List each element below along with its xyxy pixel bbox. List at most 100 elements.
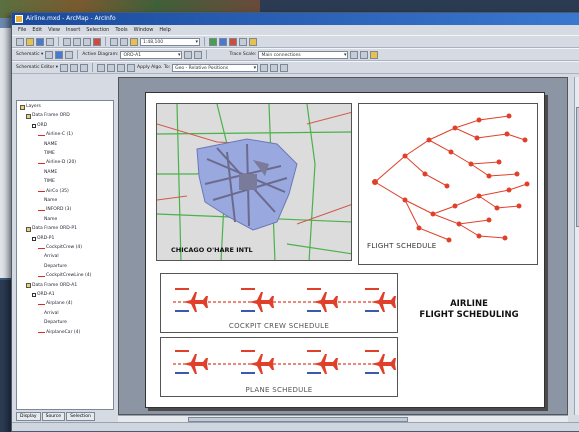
toc-item[interactable]: Data Frame ORD-P1 bbox=[26, 226, 77, 232]
algo-params-icon[interactable] bbox=[260, 63, 269, 72]
expand-tool-icon[interactable] bbox=[127, 63, 136, 72]
ohare-map-frame[interactable]: CHICAGO O'HARE INTL bbox=[156, 103, 352, 261]
layout-tool-icon[interactable] bbox=[97, 63, 106, 72]
menu-edit[interactable]: Edit bbox=[32, 25, 42, 35]
redo-icon[interactable] bbox=[120, 37, 128, 46]
toc-item[interactable]: INFORD (3) bbox=[38, 207, 71, 213]
copy-icon[interactable] bbox=[73, 37, 81, 46]
toc-item[interactable]: NAME bbox=[44, 142, 57, 148]
toolbox-icon[interactable] bbox=[229, 37, 237, 46]
cut-icon[interactable] bbox=[63, 37, 71, 46]
catalog-icon[interactable] bbox=[219, 37, 227, 46]
toc-item[interactable]: NAME bbox=[44, 170, 57, 176]
toc-item[interactable]: Name bbox=[44, 217, 57, 223]
command-line-icon[interactable] bbox=[239, 37, 247, 46]
layer-checkbox[interactable] bbox=[32, 123, 36, 128]
menu-window[interactable]: Window bbox=[134, 25, 154, 35]
toc-item[interactable]: Airline-C (1) bbox=[38, 132, 73, 138]
schematic-menu[interactable]: Schematic ▾ bbox=[16, 52, 43, 57]
save-icon[interactable] bbox=[36, 37, 44, 46]
toc-item[interactable]: CockpitCrewLine (4) bbox=[38, 273, 91, 279]
horizontal-scrollbar[interactable] bbox=[118, 415, 568, 422]
new-icon[interactable] bbox=[16, 37, 24, 46]
toc-item[interactable]: CockpitCrew (4) bbox=[38, 245, 82, 251]
reduce-tool-icon[interactable] bbox=[117, 63, 126, 72]
schematic-open-icon[interactable] bbox=[45, 50, 54, 59]
undo-icon[interactable] bbox=[110, 37, 118, 46]
menu-tools[interactable]: Tools bbox=[115, 25, 127, 35]
line-symbol-icon bbox=[38, 303, 45, 305]
arcmap-window: Airline.mxd - ArcMap - ArcInfo File Edit… bbox=[11, 12, 579, 432]
toc-item[interactable]: TIME bbox=[44, 151, 55, 157]
active-diagram-combo[interactable]: ORD-A1 bbox=[120, 50, 183, 59]
table-of-contents: Layers Data Frame ORD ORD Airline-C (1) NAME… bbox=[16, 100, 114, 410]
toc-item[interactable]: Arrival bbox=[44, 311, 59, 317]
toc-item[interactable]: ORD-A1 bbox=[32, 292, 55, 298]
data-frame-icon bbox=[26, 113, 31, 119]
flight-schedule-frame[interactable]: FLIGHT SCHEDULE bbox=[358, 103, 538, 265]
menu-help[interactable]: Help bbox=[159, 25, 170, 35]
toc-item[interactable]: Data Frame ORD bbox=[26, 113, 70, 119]
toolbar-separator bbox=[58, 37, 59, 46]
toc-item[interactable]: Name bbox=[44, 198, 57, 204]
schematic-editor-menu[interactable]: Schematic Editor ▾ bbox=[16, 65, 58, 70]
schematic-update-icon[interactable] bbox=[65, 50, 74, 59]
trace-scale-combo[interactable]: Main connections bbox=[258, 50, 349, 59]
tab-selection[interactable]: Selection bbox=[66, 412, 95, 421]
select-tool-icon[interactable] bbox=[60, 63, 69, 72]
trace-settings-icon[interactable] bbox=[360, 50, 369, 59]
toc-item[interactable]: ORD-P1 bbox=[32, 236, 54, 242]
toc-item-label: Departure bbox=[44, 263, 67, 269]
diagram-tool-icon[interactable] bbox=[184, 50, 193, 59]
toc-item[interactable]: Layers bbox=[20, 104, 41, 110]
toc-item[interactable]: Arrival bbox=[44, 254, 59, 260]
apply-algo-combo[interactable]: Geo - Relative Positions bbox=[172, 63, 259, 72]
delete-icon[interactable] bbox=[93, 37, 101, 46]
paste-icon[interactable] bbox=[83, 37, 91, 46]
algo-run-icon[interactable] bbox=[270, 63, 279, 72]
menu-selection[interactable]: Selection bbox=[86, 25, 109, 35]
layout-title-line1: AIRLINE bbox=[450, 299, 488, 309]
toc-item[interactable]: Data Frame ORD-A1 bbox=[26, 283, 77, 289]
align-tool-icon[interactable] bbox=[107, 63, 116, 72]
rotate-tool-icon[interactable] bbox=[80, 63, 89, 72]
plane-schedule-frame[interactable]: PLANE SCHEDULE bbox=[160, 337, 398, 397]
toc-item[interactable]: Airline-D (20) bbox=[38, 160, 76, 166]
toc-item[interactable]: Departure bbox=[44, 320, 67, 326]
toc-item[interactable]: Airplane (4) bbox=[38, 301, 72, 307]
menu-view[interactable]: View bbox=[48, 25, 60, 35]
move-tool-icon[interactable] bbox=[70, 63, 79, 72]
flight-schedule-diagram bbox=[372, 113, 530, 243]
toc-item[interactable]: TIME bbox=[44, 179, 55, 185]
add-data-icon[interactable] bbox=[130, 37, 138, 46]
toc-item[interactable]: AirplaneCar (4) bbox=[38, 330, 80, 336]
schematic-editor-toolbar: Schematic Editor ▾ Apply Algo. To: Geo -… bbox=[12, 61, 579, 74]
menu-insert[interactable]: Insert bbox=[66, 25, 80, 35]
map-scale-combo[interactable]: 1:48,100 bbox=[140, 37, 200, 46]
trace-clear-icon[interactable] bbox=[350, 50, 359, 59]
toc-item[interactable]: AirCo (35) bbox=[38, 189, 69, 195]
layer-checkbox[interactable] bbox=[32, 236, 36, 241]
toc-item-label: Airplane (4) bbox=[46, 301, 73, 307]
print-icon[interactable] bbox=[46, 37, 54, 46]
tab-source[interactable]: Source bbox=[41, 412, 66, 421]
menu-file[interactable]: File bbox=[18, 25, 26, 35]
trace-run-icon[interactable] bbox=[370, 50, 379, 59]
editor-icon[interactable] bbox=[209, 37, 217, 46]
layer-checkbox[interactable] bbox=[32, 293, 36, 297]
toc-item[interactable]: Departure bbox=[44, 264, 67, 270]
algo-undo-icon[interactable] bbox=[280, 63, 289, 72]
toc-item-label: Data Frame ORD-A1 bbox=[32, 282, 78, 288]
layout-view[interactable]: CHICAGO O'HARE INTL FLIGHT SCHEDULE COCK… bbox=[118, 77, 568, 415]
data-frame-icon bbox=[20, 104, 25, 110]
schematic-generate-icon[interactable] bbox=[55, 50, 64, 59]
toc-item[interactable]: ORD bbox=[32, 123, 47, 129]
vertical-scrollbar[interactable] bbox=[574, 77, 579, 415]
toc-item-label: Layers bbox=[26, 104, 41, 109]
tab-display[interactable]: Display bbox=[16, 412, 41, 421]
open-icon[interactable] bbox=[26, 37, 34, 46]
diagram-zoom-icon[interactable] bbox=[194, 50, 203, 59]
line-symbol-icon bbox=[38, 209, 45, 211]
cockpit-crew-frame[interactable]: COCKPIT CREW SCHEDULE bbox=[160, 273, 398, 333]
help-icon[interactable] bbox=[249, 37, 257, 46]
